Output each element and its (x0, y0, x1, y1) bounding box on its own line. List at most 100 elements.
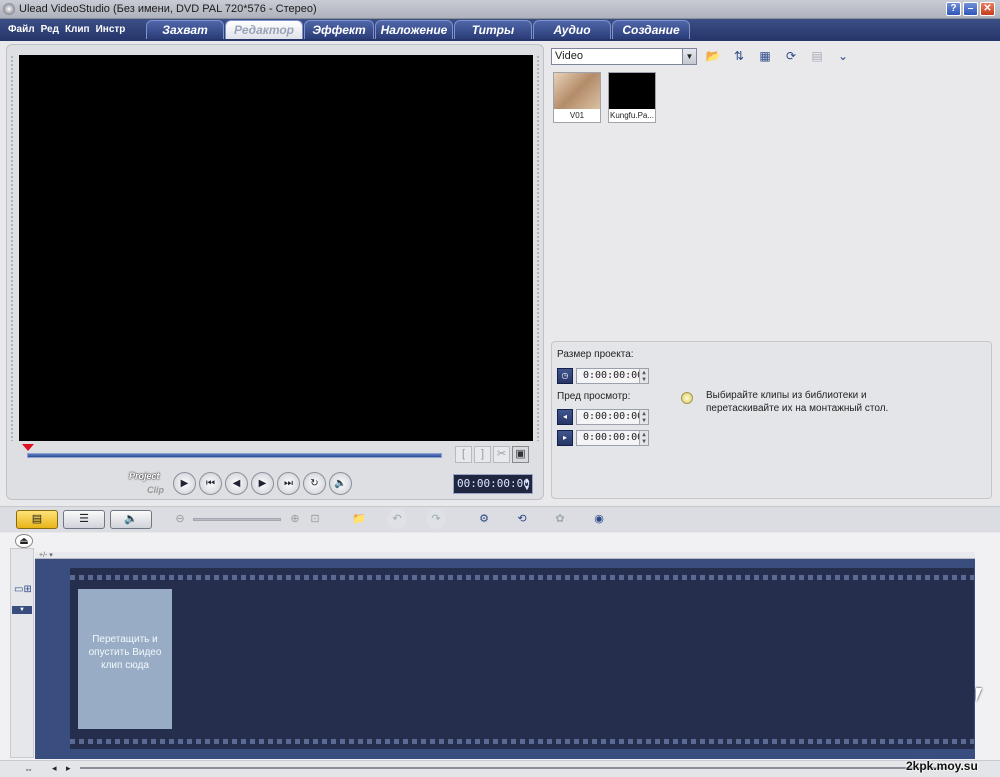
properties-icon[interactable]: ▤ (807, 46, 827, 66)
project-size-label: Размер проекта: (557, 349, 634, 360)
smart-proxy-icon[interactable]: ⚙ (474, 509, 494, 529)
app-icon (3, 3, 15, 15)
preview-start-value: 0:00:00:00 (583, 411, 644, 422)
menu-file[interactable]: Файл (8, 24, 35, 35)
refresh-icon[interactable]: ⟳ (781, 46, 801, 66)
library-category-dropdown[interactable]: Video ▼ (551, 48, 697, 65)
window-title: Ulead VideoStudio (Без имени, DVD PAL 72… (19, 3, 317, 15)
scroll-left-icon[interactable]: ◂ (52, 763, 57, 774)
undo-icon[interactable]: ↶ (387, 509, 407, 529)
repeat-button[interactable]: ↻ (303, 472, 326, 495)
previous-frame-button[interactable]: ◀ (225, 472, 248, 495)
preview-end-value: 0:00:00:00 (583, 432, 644, 443)
preview-window (19, 55, 533, 441)
tab-share[interactable]: Создание (612, 20, 690, 39)
batch-convert-icon[interactable]: ⟲ (512, 509, 532, 529)
clip-label: V01 (569, 111, 585, 120)
spinner[interactable]: ▲ ▼ (639, 369, 648, 383)
eject-icon[interactable]: ⏏ (15, 534, 33, 548)
scissors-icon[interactable]: ✂ (493, 446, 510, 463)
preview-range-label: Пред просмотр: (557, 391, 631, 402)
clip-thumbnail (609, 73, 655, 109)
mark-out-icon: ▸ (557, 430, 573, 446)
horizontal-scrollbar[interactable] (80, 767, 950, 769)
chapter-icon[interactable]: ✿ (550, 509, 570, 529)
tab-title[interactable]: Титры (454, 20, 532, 39)
zoom-slider[interactable] (193, 518, 281, 521)
preview-panel: [ ] ✂ ▣ Project Clip ▶ ⏮ ◀ ▶ ⏭ ↻ 🔈 00:00… (6, 44, 544, 500)
open-folder-icon[interactable]: 📂 (703, 46, 723, 66)
play-button[interactable]: ▶ (173, 472, 196, 495)
scrubber-handle[interactable] (22, 444, 34, 451)
audio-view-button[interactable]: 🔈 (110, 510, 152, 529)
timeline-view-button[interactable]: ☰ (63, 510, 105, 529)
hint-text: Выбирайте клипы из библиотеки и перетаск… (706, 390, 889, 414)
help-button[interactable]: ? (946, 2, 961, 16)
options-panel: Размер проекта: ◷ 0:00:00:00 ▲ ▼ Пред прос… (551, 341, 992, 499)
project-mode-label[interactable]: Project (129, 471, 160, 481)
close-button[interactable]: ✕ (980, 2, 995, 16)
clock-icon: ◷ (557, 368, 573, 384)
preview-end-field[interactable]: ▸ 0:00:00:00 ▲ ▼ (557, 430, 649, 446)
lightbulb-icon (681, 392, 693, 404)
menu-tools[interactable]: Инстр (96, 24, 126, 35)
project-size-value: 0:00:00:00 (583, 370, 644, 381)
scroll-right-icon[interactable]: ▸ (66, 763, 71, 774)
clip-mode-label[interactable]: Clip (147, 485, 164, 495)
expand-icon[interactable]: ⌄ (833, 46, 853, 66)
resize-grip-right[interactable] (536, 55, 540, 441)
resize-grip-left[interactable] (10, 55, 14, 441)
tab-audio[interactable]: Аудио (533, 20, 611, 39)
storyboard-view-button[interactable]: ▤ (16, 510, 58, 529)
end-button[interactable]: ⏭ (277, 472, 300, 495)
zoom-in-icon[interactable]: ⊕ (285, 509, 305, 529)
clip-label: Kungfu.Pa... (609, 111, 655, 120)
step-tabs: Захват Редактор Эффект Наложение Титры А… (146, 20, 691, 39)
spinner[interactable]: ▲ ▼ (639, 410, 648, 424)
preview-start-field[interactable]: ◂ 0:00:00:00 ▲ ▼ (557, 409, 649, 425)
project-size-field[interactable]: ◷ 0:00:00:00 ▲ ▼ (557, 368, 649, 384)
library-clip-kungfu[interactable]: Kungfu.Pa... (608, 72, 656, 123)
tab-edit[interactable]: Редактор (225, 20, 303, 39)
zoom-fit-icon[interactable]: ⇔ (24, 764, 33, 774)
timecode-field[interactable]: 00:00:00:00 ▲ ▼ (453, 474, 533, 494)
track-header: ▭⊞ ▼ (10, 548, 34, 758)
video-track-icon[interactable]: ▭⊞ (14, 584, 32, 595)
library-clip-v01[interactable]: V01 (553, 72, 601, 123)
tab-capture[interactable]: Захват (146, 20, 224, 39)
mark-in-button[interactable]: [ (455, 446, 472, 463)
minimize-button[interactable]: – (963, 2, 978, 16)
library-category-value: Video (555, 50, 583, 62)
fit-project-icon[interactable]: ⊡ (305, 509, 325, 529)
sort-icon[interactable]: ⇅ (729, 46, 749, 66)
library-manager-icon[interactable]: ▦ (755, 46, 775, 66)
watermark: 2kpk.moy.su (906, 759, 978, 773)
spinner[interactable]: ▲ ▼ (639, 431, 648, 445)
menu-clip[interactable]: Клип (65, 24, 90, 35)
zoom-out-icon[interactable]: ⊖ (170, 509, 190, 529)
menu-edit[interactable]: Ред (41, 24, 59, 35)
insert-media-icon[interactable]: 📁 (349, 509, 369, 529)
tab-effect[interactable]: Эффект (304, 20, 374, 39)
track-dropdown-icon[interactable]: ▼ (12, 606, 32, 614)
mark-out-button[interactable]: ] (474, 446, 491, 463)
fullscreen-icon[interactable]: ▣ (512, 446, 529, 463)
home-button[interactable]: ⏮ (199, 472, 222, 495)
create-disc-icon[interactable]: ◉ (589, 509, 609, 529)
top-band: Файл Ред Клип Инстр Захват Редактор Эффе… (0, 19, 1000, 41)
timeline-ruler[interactable]: +/- ▾ (35, 552, 975, 559)
clip-thumbnail (554, 73, 600, 109)
trim-controls: [ ] ✂ ▣ (455, 446, 529, 463)
film-perforations-bottom (70, 739, 974, 744)
library-toolbar: 📂 ⇅ ▦ ⟳ ▤ ⌄ (703, 46, 853, 66)
redo-icon[interactable]: ↷ (426, 509, 446, 529)
clip-drop-zone[interactable]: Перетащить и опустить Видео клип сюда (78, 589, 172, 729)
timecode-spinner[interactable]: ▲ ▼ (523, 476, 531, 492)
scrub-bar[interactable] (27, 453, 442, 458)
chevron-down-icon[interactable]: ▼ (682, 49, 696, 64)
next-frame-button[interactable]: ▶ (251, 472, 274, 495)
mark-in-icon: ◂ (557, 409, 573, 425)
tab-overlay[interactable]: Наложение (375, 20, 453, 39)
volume-button[interactable]: 🔈 (329, 472, 352, 495)
mouse-cursor (976, 688, 982, 702)
